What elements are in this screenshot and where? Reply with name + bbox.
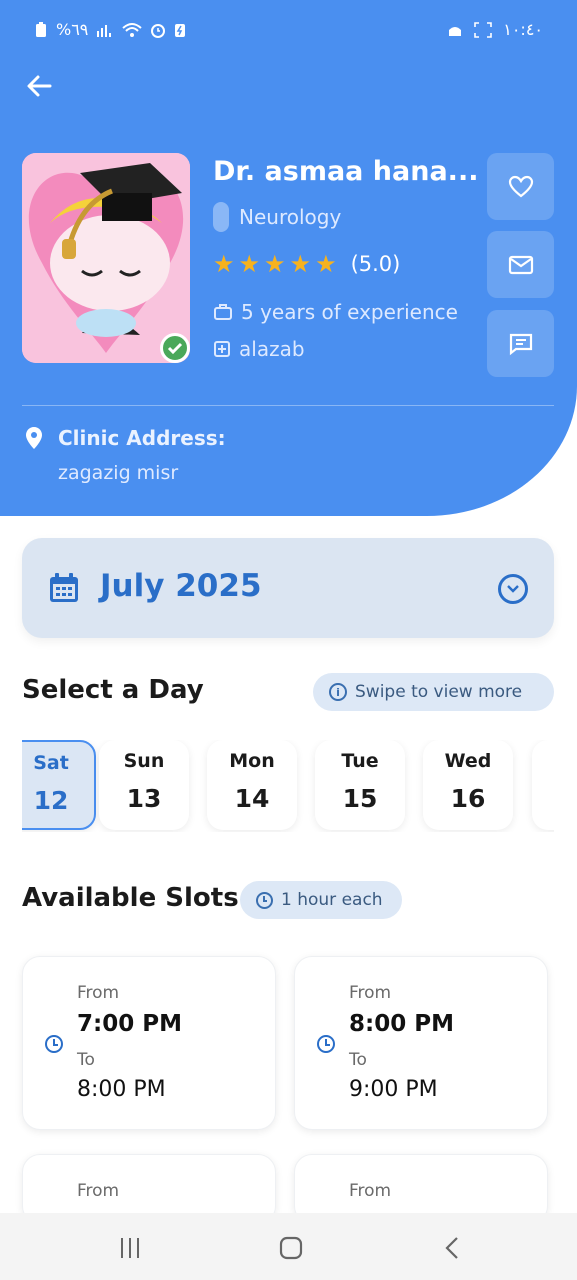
doctor-avatar (22, 153, 190, 363)
star-icon: ★ (264, 250, 286, 278)
day-item-wed[interactable]: Wed 16 (423, 740, 513, 830)
from-label: From (77, 983, 120, 1003)
swipe-hint-label: Swipe to view more (355, 682, 523, 702)
to-label: To (349, 1050, 367, 1070)
day-item-sat[interactable]: Sat 12 (22, 740, 96, 830)
battery-saver-icon (175, 23, 186, 37)
battery-icon (36, 21, 46, 37)
day-date: 12 (33, 786, 69, 815)
to-label: To (77, 1050, 95, 1070)
doctor-name: Dr. asmaa hana... (213, 156, 479, 187)
day-item-tue[interactable]: Tue 15 (315, 740, 405, 830)
hospital-icon (214, 341, 230, 357)
clock-icon (256, 891, 273, 909)
system-nav-bar (0, 1213, 577, 1280)
status-bar: %٦٩ ١٠:٤٠ (0, 0, 577, 64)
location-pin-icon (26, 427, 42, 449)
slot-duration-label: 1 hour each (281, 890, 383, 910)
day-date: 14 (234, 784, 270, 813)
clinic-address-value: zagazig misr (58, 462, 179, 484)
from-label: From (349, 1181, 392, 1201)
email-button[interactable] (487, 231, 554, 298)
calendar-icon (50, 573, 78, 602)
home-icon[interactable] (278, 1235, 304, 1261)
recent-apps-icon[interactable] (117, 1235, 143, 1261)
mosque-icon (449, 26, 462, 36)
chevron-down-icon[interactable] (498, 574, 528, 604)
clock-icon (317, 1035, 335, 1053)
experience-row: 5 years of experience (213, 300, 458, 324)
avatar-illustration (22, 153, 190, 363)
day-name: Wed (444, 750, 492, 772)
select-day-title: Select a Day (22, 675, 204, 705)
mail-icon (508, 255, 533, 274)
battery-percent: %٦٩ (56, 20, 89, 39)
day-date: 15 (342, 784, 378, 813)
from-label: From (77, 1181, 120, 1201)
day-name: Sat (33, 752, 69, 774)
specialty-label: Neurology (239, 205, 342, 229)
clock-time: ١٠:٤٠ (503, 20, 543, 39)
wifi-icon (122, 22, 143, 37)
slot-from-time: 7:00 PM (77, 1011, 182, 1037)
star-icon: ★ (213, 250, 235, 278)
day-date: 13 (126, 784, 162, 813)
clock-icon (45, 1035, 63, 1053)
slot-duration-badge: 1 hour each (240, 881, 402, 919)
swipe-hint: i Swipe to view more (313, 673, 554, 711)
briefcase-icon (214, 304, 232, 320)
from-label: From (349, 983, 392, 1003)
day-name: Tue (341, 750, 379, 772)
favorite-button[interactable] (487, 153, 554, 220)
day-selector[interactable]: Sat 12 Sun 13 Mon 14 Tue 15 Wed 16 (22, 740, 554, 832)
star-icon: ★ (289, 250, 312, 278)
slot-from-time: 8:00 PM (349, 1011, 454, 1037)
day-item-sun[interactable]: Sun 13 (99, 740, 189, 830)
day-item-mon[interactable]: Mon 14 (207, 740, 297, 830)
star-icon: ★ (315, 250, 337, 278)
slot-to-time: 9:00 PM (349, 1077, 438, 1102)
hospital-row: alazab (213, 337, 305, 361)
rating-value: (5.0) (350, 252, 401, 276)
day-date: 16 (450, 784, 486, 813)
hospital-label: alazab (239, 337, 305, 361)
alarm-icon (151, 23, 166, 38)
fullscreen-icon (474, 21, 493, 38)
info-icon: i (329, 683, 347, 701)
chat-button[interactable] (487, 310, 554, 377)
available-slots-title: Available Slots (22, 883, 239, 913)
signal-icon (97, 24, 112, 37)
month-label: July 2025 (100, 568, 262, 604)
time-slot-card[interactable]: From 8:00 PM To 9:00 PM (294, 956, 548, 1130)
slot-to-time: 8:00 PM (77, 1077, 166, 1102)
day-item-partial[interactable] (532, 740, 554, 830)
specialty-row: Neurology (213, 202, 341, 232)
chat-icon (509, 333, 532, 355)
experience-label: 5 years of experience (241, 300, 458, 324)
specialty-marker (213, 202, 229, 232)
rating-row: ★ ★ ★ ★ ★ (5.0) (213, 252, 400, 276)
back-nav-icon[interactable] (440, 1235, 466, 1261)
star-icon: ★ (238, 250, 261, 278)
heart-icon (508, 175, 533, 197)
day-name: Mon (229, 750, 275, 772)
verified-badge-icon (160, 333, 190, 363)
clinic-address-label: Clinic Address: (58, 426, 226, 450)
month-selector[interactable]: July 2025 (22, 538, 554, 638)
time-slot-card[interactable]: From 7:00 PM To 8:00 PM (22, 956, 276, 1130)
day-name: Sun (123, 750, 165, 772)
header-divider (22, 405, 554, 406)
back-arrow-icon[interactable] (24, 70, 56, 102)
